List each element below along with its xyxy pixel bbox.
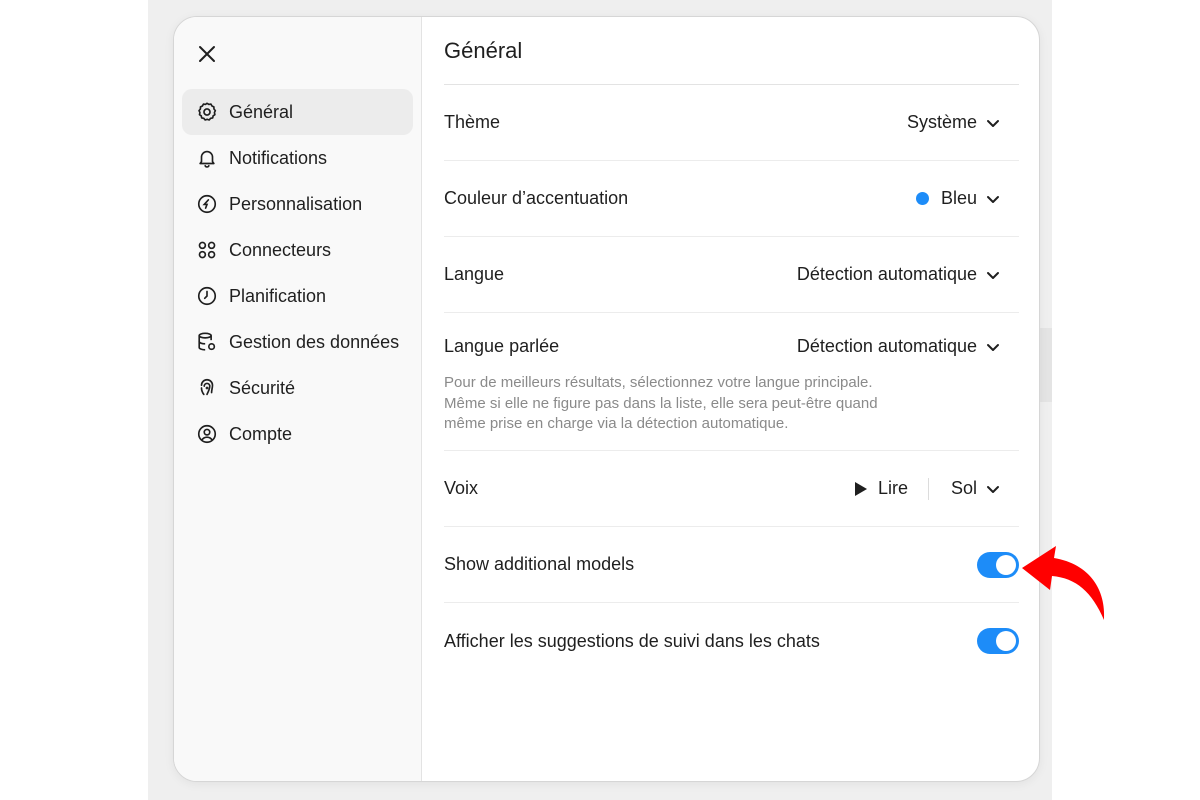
follow-up-suggestions-row: Afficher les suggestions de suivi dans l… [444,603,1019,679]
sidebar-item-label: Personnalisation [229,193,363,214]
sidebar-item-label: Gestion des données [229,331,400,352]
show-additional-models-row: Show additional models [444,527,1019,603]
sidebar-item-personalization[interactable]: Personnalisation [182,181,413,227]
accent-color-row: Couleur d’accentuation Bleu [444,161,1019,237]
language-dropdown[interactable]: Détection automatique [797,264,1019,285]
theme-dropdown[interactable]: Système [907,112,1019,133]
spoken-language-row: Langue parlée Détection automatique Pour… [444,313,1019,451]
sidebar-item-label: Compte [229,423,293,444]
chevron-down-icon [987,485,999,493]
voice-controls: Lire Sol [854,477,1019,500]
chevron-down-icon [987,119,999,127]
spoken-language-label: Langue parlée [444,336,560,356]
hint-line: Même si elle ne figure pas dans la liste… [444,394,878,412]
language-value: Détection automatique [796,264,977,284]
theme-label: Thème [444,112,501,132]
sidebar-item-account[interactable]: Compte [182,411,413,457]
settings-sidebar: Général Notifications Personnalisation C… [174,17,422,781]
sidebar-item-label: Sécurité [229,377,296,398]
close-icon [199,46,215,62]
connectors-icon [196,239,218,261]
toggle-knob [996,631,1016,651]
annotation-arrow-icon [1022,546,1105,620]
sidebar-item-security[interactable]: Sécurité [182,365,413,411]
sidebar-item-notifications[interactable]: Notifications [182,135,413,181]
play-voice-label: Lire [877,478,908,498]
follow-up-suggestions-toggle[interactable] [977,628,1019,654]
fingerprint-icon [196,377,218,399]
play-voice-button[interactable]: Lire [854,478,928,499]
accent-color-label: Couleur d’accentuation [444,188,629,208]
follow-up-suggestions-label: Afficher les suggestions de suivi dans l… [444,630,820,651]
sidebar-item-general[interactable]: Général [182,89,413,135]
accent-color-dropdown[interactable]: Bleu [915,188,1019,209]
spoken-language-dropdown[interactable]: Détection automatique [797,336,1019,357]
user-circle-icon [196,423,218,445]
language-row: Langue Détection automatique [444,237,1019,313]
accent-color-value: Bleu [940,188,977,208]
voice-label: Voix [444,478,479,498]
database-gear-icon [196,331,218,353]
clock-icon [196,285,218,307]
background-strip [1040,328,1052,402]
sidebar-item-data-controls[interactable]: Gestion des données [182,319,413,365]
voice-value: Sol [950,478,977,498]
show-additional-models-label: Show additional models [444,554,635,574]
hint-line: même prise en charge via la détection au… [444,415,789,432]
theme-row: Thème Système [444,85,1019,161]
hint-line: Pour de meilleurs résultats, sélectionne… [444,374,873,391]
sidebar-item-label: Notifications [229,147,328,168]
show-additional-models-toggle[interactable] [977,551,1019,578]
voice-row: Voix Lire Sol [444,451,1019,527]
sidebar-item-label: Général [229,101,294,122]
page-title: Général [444,17,1019,85]
toggle-knob [996,554,1016,575]
play-icon [854,481,867,496]
voice-dropdown[interactable]: Sol [951,478,1019,499]
theme-value: Système [906,112,977,132]
spoken-language-value: Détection automatique [796,336,977,356]
language-label: Langue [444,264,505,284]
sidebar-item-scheduling[interactable]: Planification [182,273,413,319]
sidebar-item-label: Connecteurs [229,239,332,260]
sidebar-item-connectors[interactable]: Connecteurs [182,227,413,273]
bell-icon [196,147,218,169]
gear-icon [196,101,218,123]
spoken-language-hint: Pour de meilleurs résultats, sélectionne… [444,373,924,435]
accent-color-dot [915,192,929,205]
settings-content: Général Thème Système Couleur d’accentua… [422,17,1039,781]
chevron-down-icon [987,271,999,279]
close-button[interactable] [192,39,222,69]
chevron-down-icon [987,343,999,351]
settings-nav: Général Notifications Personnalisation C… [182,89,413,457]
sidebar-item-label: Planification [229,285,327,306]
personalization-icon [196,193,218,215]
settings-dialog: Général Notifications Personnalisation C… [173,16,1040,782]
chevron-down-icon [987,195,999,203]
divider [927,477,929,500]
